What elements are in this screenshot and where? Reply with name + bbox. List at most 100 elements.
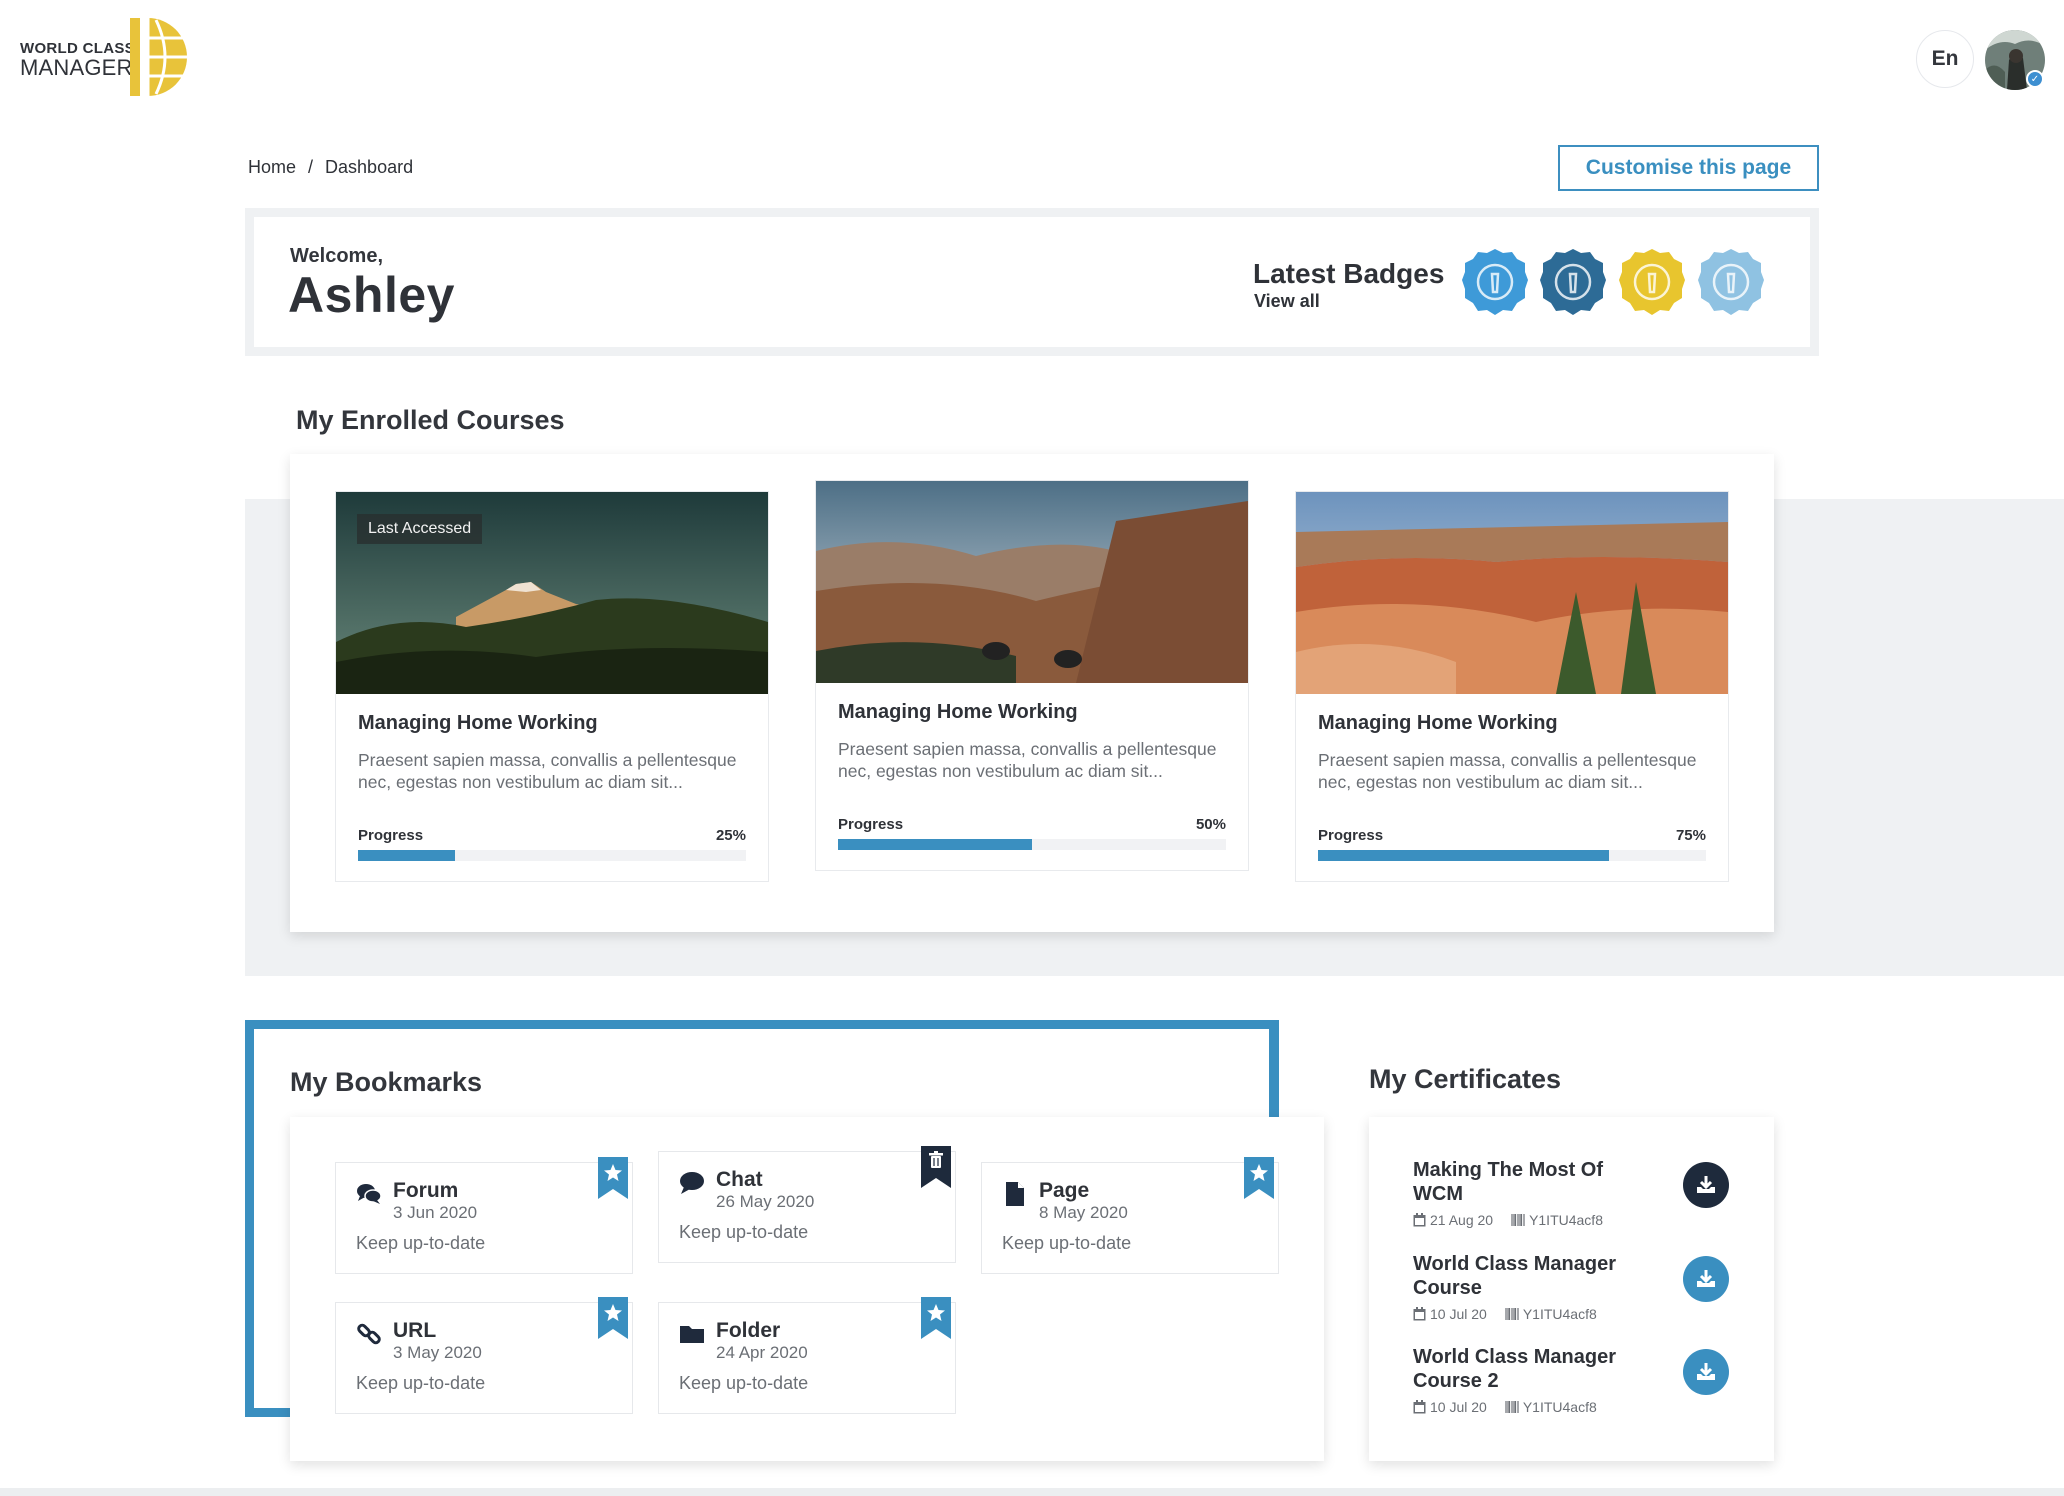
certificate-code: Y1ITU4acf8 (1505, 1399, 1597, 1415)
bookmark-name: Folder (716, 1319, 781, 1342)
course-description: Praesent sapien massa, convallis a pelle… (838, 739, 1217, 781)
progress-percent: 50% (1195, 816, 1226, 833)
bookmark-delete-icon[interactable] (921, 1146, 951, 1188)
calendar-icon (1413, 1400, 1426, 1414)
download-icon (1697, 1270, 1715, 1287)
download-icon (1697, 1363, 1715, 1380)
course-title: Managing Home Working (358, 712, 598, 734)
certificate-title: Making The Most Of WCM (1413, 1159, 1603, 1205)
barcode-icon (1511, 1214, 1525, 1226)
brand-logo[interactable]: WORLD CLASS MANAGER (18, 16, 190, 102)
user-name: Ashley (288, 267, 455, 323)
bookmark-card[interactable]: Page 8 May 2020 Keep up-to-date (981, 1157, 1279, 1274)
bookmark-date: 3 Jun 2020 (393, 1203, 478, 1222)
breadcrumb-current: Dashboard (325, 157, 414, 177)
download-certificate-button[interactable] (1683, 1256, 1729, 1302)
bookmark-description: Keep up-to-date (1002, 1233, 1132, 1253)
certificate-item: World Class Manager Course 10 Jul 20 Y1I… (1413, 1252, 1743, 1322)
badge-icon[interactable] (1539, 248, 1607, 316)
badge-icon[interactable] (1461, 248, 1529, 316)
bookmark-description: Keep up-to-date (679, 1373, 809, 1393)
globe-logo-icon (130, 18, 187, 96)
download-certificate-button[interactable] (1683, 1162, 1729, 1208)
course-description: Praesent sapien massa, convallis a pelle… (1318, 750, 1697, 792)
bookmark-name: Chat (716, 1168, 763, 1191)
course-description: Praesent sapien massa, convallis a pelle… (358, 750, 737, 792)
bookmark-card[interactable]: URL 3 May 2020 Keep up-to-date (335, 1297, 633, 1414)
progress-fill (1318, 850, 1609, 861)
certificates-title: My Certificates (1369, 1064, 1562, 1094)
progress-bar (358, 850, 746, 861)
progress-label: Progress (1318, 827, 1384, 844)
bookmark-date: 24 Apr 2020 (716, 1343, 808, 1362)
link-icon (357, 1323, 381, 1345)
progress-percent: 75% (1675, 827, 1706, 844)
bookmark-date: 8 May 2020 (1039, 1203, 1128, 1222)
forum-icon (357, 1184, 382, 1204)
badge-icon[interactable] (1697, 248, 1765, 316)
bookmark-star-icon[interactable] (598, 1157, 628, 1199)
bookmark-description: Keep up-to-date (679, 1222, 809, 1242)
bookmark-star-icon[interactable] (1244, 1157, 1274, 1199)
bookmark-star-icon[interactable] (921, 1297, 951, 1339)
bookmark-card[interactable]: Folder 24 Apr 2020 Keep up-to-date (658, 1297, 956, 1414)
progress-percent: 25% (715, 827, 746, 844)
certificate-date: 10 Jul 20 (1413, 1306, 1487, 1322)
bookmark-name: Forum (393, 1179, 459, 1202)
course-card[interactable]: Last Accessed Managing Home Working Prae… (335, 491, 769, 882)
logo-text: WORLD CLASS MANAGER (20, 41, 135, 79)
folder-icon (680, 1326, 704, 1343)
progress-bar (838, 839, 1226, 850)
course-title: Managing Home Working (1318, 712, 1558, 734)
certificate-title: World Class Manager Course (1413, 1253, 1617, 1299)
progress-fill (838, 839, 1032, 850)
breadcrumb-home-link[interactable]: Home (248, 157, 296, 178)
enrolled-courses-title: My Enrolled Courses (296, 405, 565, 435)
download-certificate-button[interactable] (1683, 1349, 1729, 1395)
certificate-code: Y1ITU4acf8 (1505, 1306, 1597, 1322)
bookmark-card[interactable]: Chat 26 May 2020 Keep up-to-date (658, 1146, 956, 1263)
bookmark-card[interactable]: Forum 3 Jun 2020 Keep up-to-date (335, 1157, 633, 1274)
latest-badges-title: Latest Badges (1253, 258, 1445, 289)
badges-view-all-link[interactable]: View all (1254, 291, 1320, 312)
badge-icon[interactable] (1618, 248, 1686, 316)
bookmark-date: 26 May 2020 (716, 1192, 815, 1211)
bookmark-date: 3 May 2020 (393, 1343, 482, 1362)
certificate-title: World Class Manager Course 2 (1413, 1346, 1617, 1392)
logo-line-1: WORLD CLASS (20, 40, 135, 57)
logo-line-2: MANAGER (20, 55, 133, 80)
course-card[interactable]: Managing Home Working Praesent sapien ma… (815, 480, 1249, 871)
progress-label: Progress (358, 827, 424, 844)
bookmark-name: URL (393, 1319, 437, 1342)
barcode-icon (1505, 1401, 1519, 1413)
progress-bar (1318, 850, 1706, 861)
language-button[interactable]: En (1916, 30, 1974, 88)
bookmark-description: Keep up-to-date (356, 1233, 486, 1253)
certificate-item: Making The Most Of WCM 21 Aug 20 Y1ITU4a… (1413, 1158, 1743, 1228)
certificate-item: World Class Manager Course 2 10 Jul 20 Y… (1413, 1345, 1743, 1415)
last-accessed-tag: Last Accessed (357, 514, 483, 544)
bookmark-description: Keep up-to-date (356, 1373, 486, 1393)
course-title: Managing Home Working (838, 701, 1078, 723)
certificate-code: Y1ITU4acf8 (1511, 1212, 1603, 1228)
customise-page-button[interactable]: Customise this page (1558, 145, 1819, 191)
course-image (816, 481, 1248, 683)
welcome-label: Welcome, (290, 245, 383, 267)
page-icon (1006, 1182, 1024, 1206)
bookmark-star-icon[interactable] (598, 1297, 628, 1339)
calendar-icon (1413, 1307, 1426, 1321)
chat-icon (680, 1172, 704, 1194)
certificate-date: 21 Aug 20 (1413, 1212, 1493, 1228)
breadcrumb-separator: / (308, 157, 314, 177)
bookmarks-title: My Bookmarks (290, 1067, 483, 1097)
progress-fill (358, 850, 455, 861)
breadcrumb: Home / Dashboard (248, 157, 413, 178)
download-icon (1697, 1176, 1715, 1193)
verified-check-icon: ✓ (2026, 70, 2044, 88)
bookmark-name: Page (1039, 1179, 1090, 1202)
calendar-icon (1413, 1213, 1426, 1227)
page-bottom-edge (0, 1488, 2064, 1496)
course-card[interactable]: Managing Home Working Praesent sapien ma… (1295, 491, 1729, 882)
progress-label: Progress (838, 816, 904, 833)
barcode-icon (1505, 1308, 1519, 1320)
